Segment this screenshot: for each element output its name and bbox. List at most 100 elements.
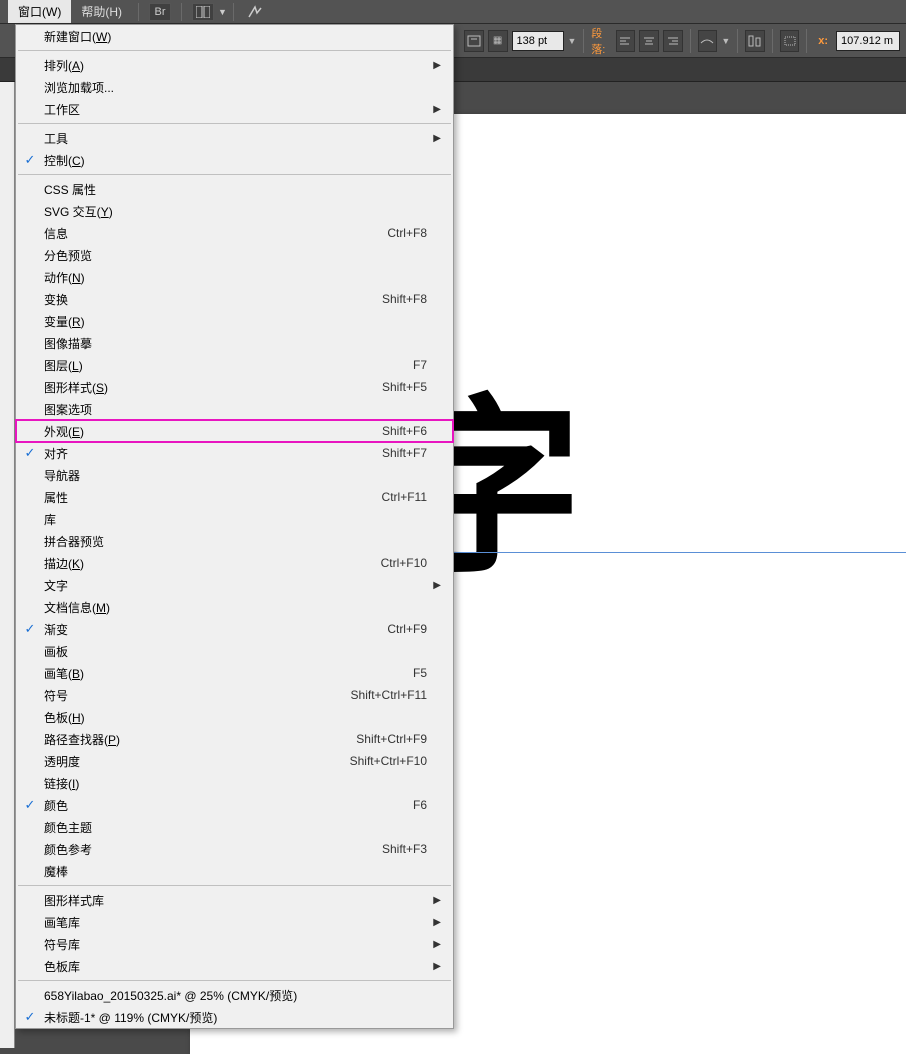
submenu-arrow-icon: ▶ [427,133,441,144]
check-icon: ✓ [16,152,44,168]
menu-item[interactable]: ✓颜色F6 [16,794,453,816]
align-panel-icon[interactable] [745,30,765,52]
menu-shortcut: F7 [413,358,427,372]
font-size-input[interactable] [512,31,564,51]
submenu-arrow-icon: ▶ [427,580,441,591]
menu-item-label: 属性 [44,489,382,506]
align-center-icon[interactable] [639,30,659,52]
menu-window[interactable]: 窗口(W) [8,0,71,23]
menu-help[interactable]: 帮助(H) [71,0,132,23]
char-panel-icon-2[interactable]: ▦ [488,30,508,52]
menu-item[interactable]: 颜色主题 [16,816,453,838]
menu-item[interactable]: 画板 [16,640,453,662]
menu-item[interactable]: 色板库▶ [16,955,453,977]
submenu-arrow-icon: ▶ [427,895,441,906]
menu-separator [18,123,451,124]
x-coord-label: x: [814,35,832,47]
transform-icon[interactable] [780,30,800,52]
menu-item-label: 658Yilabao_20150325.ai* @ 25% (CMYK/预览) [44,987,427,1004]
submenu-arrow-icon: ▶ [427,917,441,928]
menu-item[interactable]: 透明度Shift+Ctrl+F10 [16,750,453,772]
menu-shortcut: Shift+F5 [382,380,427,394]
menu-item[interactable]: 库 [16,508,453,530]
menu-shortcut: Shift+Ctrl+F11 [351,688,427,702]
x-coord-input[interactable] [836,31,900,51]
menu-item-label: 画板 [44,643,427,660]
menu-item[interactable]: 符号Shift+Ctrl+F11 [16,684,453,706]
dropdown-arrow-icon[interactable]: ▼ [721,36,730,46]
control-separator [583,29,584,53]
menu-item[interactable]: 外观(E)Shift+F6 [16,420,453,442]
menu-item-label: 画笔(B) [44,665,413,682]
menu-item-label: 颜色 [44,797,413,814]
menu-item[interactable]: 拼合器预览 [16,530,453,552]
menu-item[interactable]: 图像描摹 [16,332,453,354]
menu-item-label: 外观(E) [44,423,382,440]
menu-item[interactable]: 色板(H) [16,706,453,728]
menu-item[interactable]: ✓未标题-1* @ 119% (CMYK/预览) [16,1006,453,1028]
menu-shortcut: F6 [413,798,427,812]
menu-item[interactable]: 描边(K)Ctrl+F10 [16,552,453,574]
menu-shortcut: Shift+F8 [382,292,427,306]
menu-item-label: 符号 [44,687,351,704]
menu-item[interactable]: 信息Ctrl+F8 [16,222,453,244]
menu-item[interactable]: 画笔(B)F5 [16,662,453,684]
menu-item[interactable]: ✓对齐Shift+F7 [16,442,453,464]
submenu-arrow-icon: ▶ [427,939,441,950]
menu-shortcut: Shift+F3 [382,842,427,856]
menu-shortcut: Shift+F6 [382,424,427,438]
menu-item[interactable]: 图形样式(S)Shift+F5 [16,376,453,398]
menu-item-label: 工具 [44,130,427,147]
menu-item[interactable]: 符号库▶ [16,933,453,955]
menu-separator [18,50,451,51]
menu-item[interactable]: ✓渐变Ctrl+F9 [16,618,453,640]
menu-item[interactable]: 变量(R) [16,310,453,332]
menu-shortcut: Shift+F7 [382,446,427,460]
menu-item[interactable]: 魔棒 [16,860,453,882]
menu-item[interactable]: CSS 属性 [16,178,453,200]
arrange-docs-icon[interactable] [192,3,214,21]
char-panel-icon-1[interactable] [464,30,484,52]
menu-item[interactable]: 变换Shift+F8 [16,288,453,310]
align-left-icon[interactable] [616,30,636,52]
dropdown-arrow-icon[interactable]: ▼ [568,36,577,46]
gpu-icon[interactable] [244,3,266,21]
menubar-separator [138,3,139,21]
control-separator [690,29,691,53]
menu-item[interactable]: ✓控制(C) [16,149,453,171]
menu-item[interactable]: 排列(A)▶ [16,54,453,76]
menu-item[interactable]: 图层(L)F7 [16,354,453,376]
menu-item[interactable]: 导航器 [16,464,453,486]
menu-item[interactable]: 图案选项 [16,398,453,420]
align-right-icon[interactable] [663,30,683,52]
menubar-separator [181,3,182,21]
menu-item[interactable]: 颜色参考Shift+F3 [16,838,453,860]
menu-item[interactable]: 工具▶ [16,127,453,149]
submenu-arrow-icon: ▶ [427,60,441,71]
menu-item[interactable]: 动作(N) [16,266,453,288]
menu-item[interactable]: 画笔库▶ [16,911,453,933]
menu-item-label: 图形样式库 [44,892,427,909]
ruler-vertical [0,82,15,1048]
menu-item[interactable]: 658Yilabao_20150325.ai* @ 25% (CMYK/预览) [16,984,453,1006]
paragraph-label: 段落: [591,25,611,57]
menubar-separator [233,3,234,21]
bridge-icon[interactable]: Br [149,3,171,21]
menu-item-label: 颜色主题 [44,819,427,836]
menu-item[interactable]: 分色预览 [16,244,453,266]
submenu-arrow-icon: ▶ [427,104,441,115]
menu-item[interactable]: 文档信息(M) [16,596,453,618]
menu-item[interactable]: 浏览加载项... [16,76,453,98]
menu-item[interactable]: 工作区▶ [16,98,453,120]
warp-icon[interactable] [698,30,718,52]
menu-item-label: 颜色参考 [44,841,382,858]
menu-item[interactable]: SVG 交互(Y) [16,200,453,222]
menu-item[interactable]: 文字▶ [16,574,453,596]
dropdown-arrow-icon[interactable]: ▼ [218,7,227,17]
menu-item[interactable]: 图形样式库▶ [16,889,453,911]
menu-item[interactable]: 链接(I) [16,772,453,794]
menu-item[interactable]: 路径查找器(P)Shift+Ctrl+F9 [16,728,453,750]
menu-item[interactable]: 新建窗口(W) [16,25,453,47]
menu-item-label: 变量(R) [44,313,427,330]
menu-item[interactable]: 属性Ctrl+F11 [16,486,453,508]
